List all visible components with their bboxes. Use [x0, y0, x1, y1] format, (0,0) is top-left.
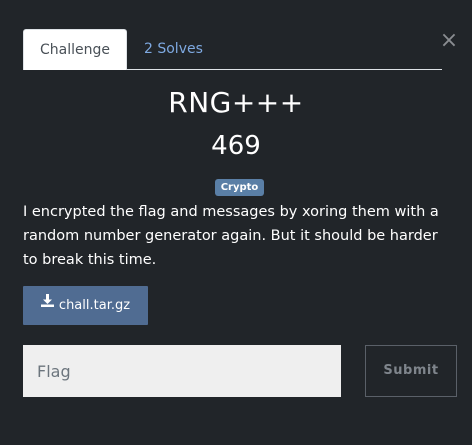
challenge-name: RNG+++: [168, 86, 304, 119]
submit-button[interactable]: Submit: [365, 345, 457, 397]
file-name: chall.tar.gz: [58, 298, 131, 313]
tab-solves[interactable]: 2 Solves: [144, 29, 203, 69]
flag-input[interactable]: [23, 345, 341, 397]
download-file-button[interactable]: chall.tar.gz: [23, 286, 148, 325]
tab-solves-label: 2 Solves: [144, 41, 203, 57]
challenge-tabs: Challenge 2 Solves: [23, 29, 442, 70]
challenge-description: I encrypted the flag and messages by xor…: [23, 204, 439, 268]
tab-challenge[interactable]: Challenge: [23, 29, 127, 70]
close-icon[interactable]: ×: [440, 28, 458, 53]
challenge-points: 469: [211, 131, 261, 161]
download-icon: [40, 284, 54, 323]
close-button[interactable]: ×: [439, 30, 459, 52]
category-badge: Crypto: [215, 179, 264, 196]
challenge-modal: × Challenge 2 Solves RNG+++ 469 Crypto I…: [0, 0, 472, 445]
tab-challenge-label: Challenge: [40, 42, 110, 58]
